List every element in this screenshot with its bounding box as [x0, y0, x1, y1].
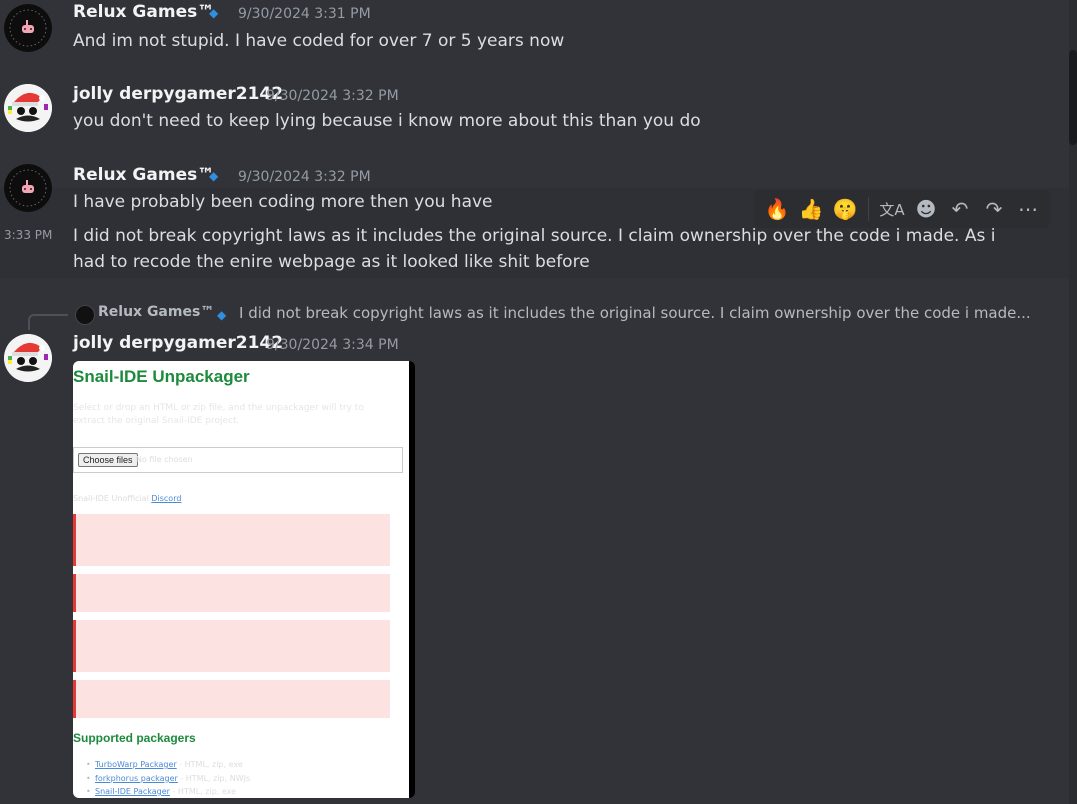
packager-list-item: TurboWarp Packager - HTML, zip, exe: [86, 760, 243, 769]
verified-badge-icon: ◆: [217, 308, 227, 322]
verified-badge-icon: ◆: [209, 6, 219, 20]
warning-box: [73, 620, 390, 672]
username[interactable]: Relux Games™: [73, 2, 214, 22]
message-item: jolly derpygamer2142 9/30/2024 3:32 PM y…: [0, 78, 1069, 148]
username[interactable]: jolly derpygamer2142: [73, 84, 283, 104]
message-text: had to recode the enire webpage as it lo…: [73, 252, 590, 272]
timestamp: 9/30/2024 3:34 PM: [266, 337, 399, 353]
translate-icon[interactable]: 文A: [875, 192, 909, 226]
embed-footer: Snail-IDE Unofficial Discord: [73, 494, 181, 503]
packager-link: Snail-IDE Packager: [95, 787, 170, 796]
embed-footer-text: Snail-IDE Unofficial: [73, 494, 149, 503]
avatar[interactable]: [4, 84, 52, 132]
reply-avatar[interactable]: [75, 305, 95, 325]
add-reaction-icon[interactable]: ☻: [909, 192, 943, 226]
fire-reaction-button[interactable]: 🔥: [760, 192, 794, 226]
avatar[interactable]: [4, 334, 52, 382]
embed-page-title: Snail-IDE Unpackager: [73, 367, 250, 386]
reply-preview-text[interactable]: I did not break copyright laws as it inc…: [239, 304, 1031, 322]
message-item: Relux Games™ ◆ 9/30/2024 3:31 PM And im …: [0, 0, 1069, 70]
reply-icon[interactable]: ↶: [943, 192, 977, 226]
packager-link: TurboWarp Packager: [95, 760, 177, 769]
shushing-face-reaction-button[interactable]: 🤫: [828, 192, 862, 226]
relux-avatar-icon: [4, 164, 52, 212]
packager-list-item: Snail-IDE Packager - HTML, zip, exe: [86, 787, 237, 796]
message-action-toolbar: 🔥 👍 🤫 文A ☻ ↶ ↷ ⋯: [754, 190, 1050, 228]
warning-box: [73, 680, 390, 718]
forward-icon[interactable]: ↷: [977, 192, 1011, 226]
warning-box: [73, 574, 390, 612]
warning-box: [73, 514, 390, 566]
packager-formats: - HTML, zip, exe: [172, 787, 237, 796]
file-input-area: Choose files No file chosen: [73, 447, 403, 473]
message-text: And im not stupid. I have coded for over…: [73, 31, 565, 51]
timestamp: 9/30/2024 3:31 PM: [238, 6, 371, 22]
jolly-avatar-icon: [4, 84, 52, 132]
scrollbar-thumb[interactable]: [1069, 50, 1077, 145]
reply-spine: [28, 314, 68, 330]
timestamp: 9/30/2024 3:32 PM: [266, 88, 399, 104]
packager-formats: - HTML, zip, exe: [179, 760, 243, 769]
jolly-avatar-icon: [4, 334, 52, 382]
username[interactable]: Relux Games™: [73, 165, 214, 185]
toolbar-divider: [868, 197, 869, 221]
message-text: I have probably been coding more then yo…: [73, 192, 493, 212]
hover-timestamp: 3:33 PM: [4, 228, 53, 242]
avatar[interactable]: [4, 4, 52, 52]
verified-badge-icon: ◆: [209, 169, 219, 183]
timestamp: 9/30/2024 3:32 PM: [238, 169, 371, 185]
packager-link: forkphorus packager: [95, 774, 178, 783]
image-attachment[interactable]: Snail-IDE Unpackager Select or drop an H…: [73, 361, 415, 798]
file-status: No file chosen: [136, 455, 193, 464]
discord-link: Discord: [151, 494, 182, 503]
reply-username[interactable]: Relux Games™: [98, 304, 214, 320]
choose-files-button: Choose files: [78, 453, 138, 467]
packager-formats: - HTML, zip, NWJs: [180, 774, 251, 783]
message-text: you don't need to keep lying because i k…: [73, 111, 701, 131]
relux-avatar-icon: [4, 4, 52, 52]
packager-list-item: forkphorus packager - HTML, zip, NWJs: [86, 774, 251, 783]
more-icon[interactable]: ⋯: [1011, 192, 1045, 226]
thumbs-up-reaction-button[interactable]: 👍: [794, 192, 828, 226]
embed-description: Select or drop an HTML or zip file, and …: [73, 403, 364, 426]
supported-packagers-heading: Supported packagers: [73, 731, 196, 745]
avatar[interactable]: [4, 164, 52, 212]
username[interactable]: jolly derpygamer2142: [73, 333, 283, 353]
